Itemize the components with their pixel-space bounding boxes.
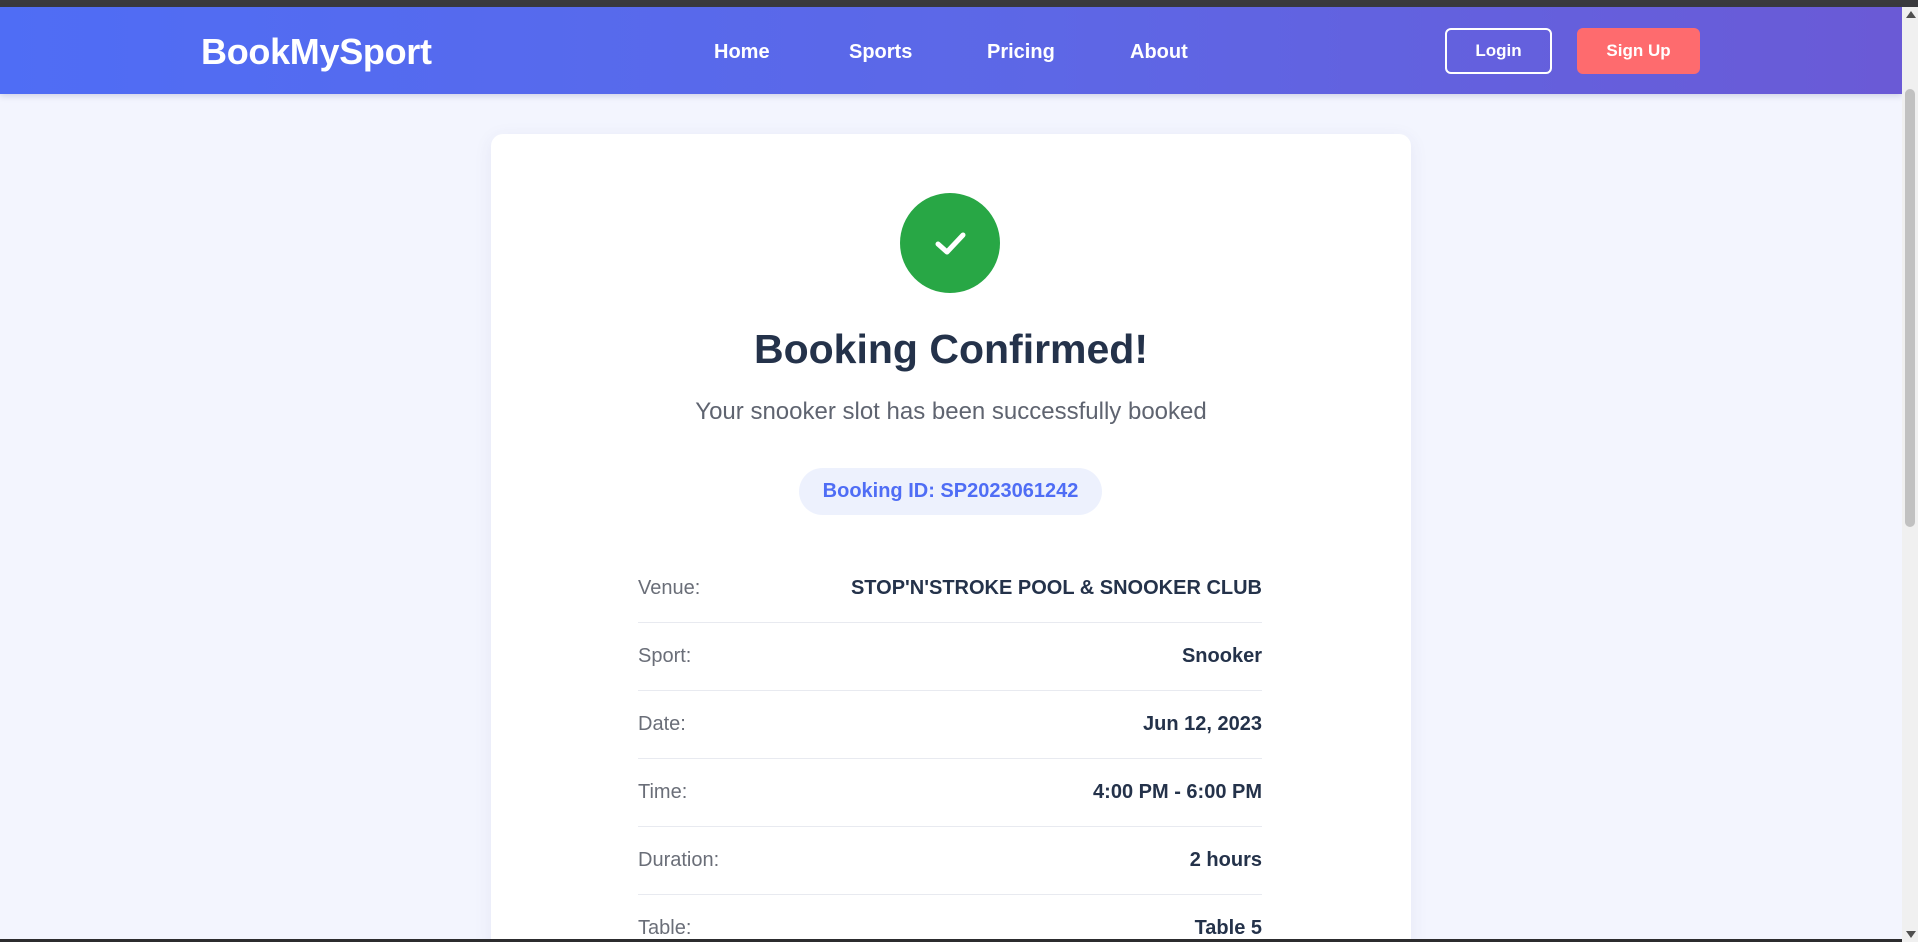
- detail-value: Jun 12, 2023: [1143, 713, 1262, 735]
- detail-value: 4:00 PM - 6:00 PM: [1093, 781, 1262, 803]
- detail-row-date: Date: Jun 12, 2023: [638, 691, 1262, 759]
- detail-label: Date:: [638, 713, 686, 735]
- booking-id-badge: Booking ID: SP2023061242: [799, 468, 1102, 515]
- detail-label: Venue:: [638, 577, 701, 599]
- nav-link-sports[interactable]: Sports: [849, 41, 912, 64]
- nav-link-pricing[interactable]: Pricing: [987, 41, 1055, 64]
- confirmation-title: Booking Confirmed!: [753, 326, 1149, 372]
- brand-logo[interactable]: BookMySport: [201, 31, 432, 73]
- confirmation-subtitle: Your snooker slot has been successfully …: [695, 398, 1207, 425]
- confirmation-card: Booking Confirmed! Your snooker slot has…: [491, 134, 1411, 942]
- detail-value: Table 5: [1194, 917, 1262, 939]
- scrollbar-thumb[interactable]: [1905, 89, 1915, 527]
- detail-value: Snooker: [1181, 645, 1262, 667]
- detail-label: Table:: [638, 917, 692, 939]
- browser-top-strip: [0, 0, 1918, 7]
- detail-label: Sport:: [638, 645, 692, 667]
- login-button[interactable]: Login: [1445, 28, 1552, 74]
- nav-link-about[interactable]: About: [1130, 41, 1188, 64]
- detail-label: Duration:: [638, 849, 720, 871]
- detail-row-duration: Duration: 2 hours: [638, 827, 1262, 895]
- detail-row-time: Time: 4:00 PM - 6:00 PM: [638, 759, 1262, 827]
- check-icon: [935, 232, 966, 255]
- sign-up-button[interactable]: Sign Up: [1577, 28, 1700, 74]
- booking-details: Venue: STOP'N'STROKE POOL & SNOOKER CLUB…: [638, 555, 1262, 942]
- detail-label: Time:: [638, 781, 688, 803]
- detail-row-sport: Sport: Snooker: [638, 623, 1262, 691]
- nav-link-home[interactable]: Home: [714, 41, 770, 64]
- detail-row-venue: Venue: STOP'N'STROKE POOL & SNOOKER CLUB: [638, 555, 1262, 623]
- detail-row-table: Table: Table 5: [638, 895, 1262, 942]
- detail-value: STOP'N'STROKE POOL & SNOOKER CLUB: [850, 577, 1262, 599]
- navbar: BookMySport Home Sports Pricing About Lo…: [0, 7, 1902, 94]
- detail-value: 2 hours: [1189, 849, 1262, 871]
- page-scrollbar[interactable]: [1902, 7, 1918, 942]
- scroll-up-arrow-icon[interactable]: [1906, 11, 1916, 18]
- scroll-down-arrow-icon[interactable]: [1906, 931, 1916, 938]
- success-badge: [900, 193, 1000, 293]
